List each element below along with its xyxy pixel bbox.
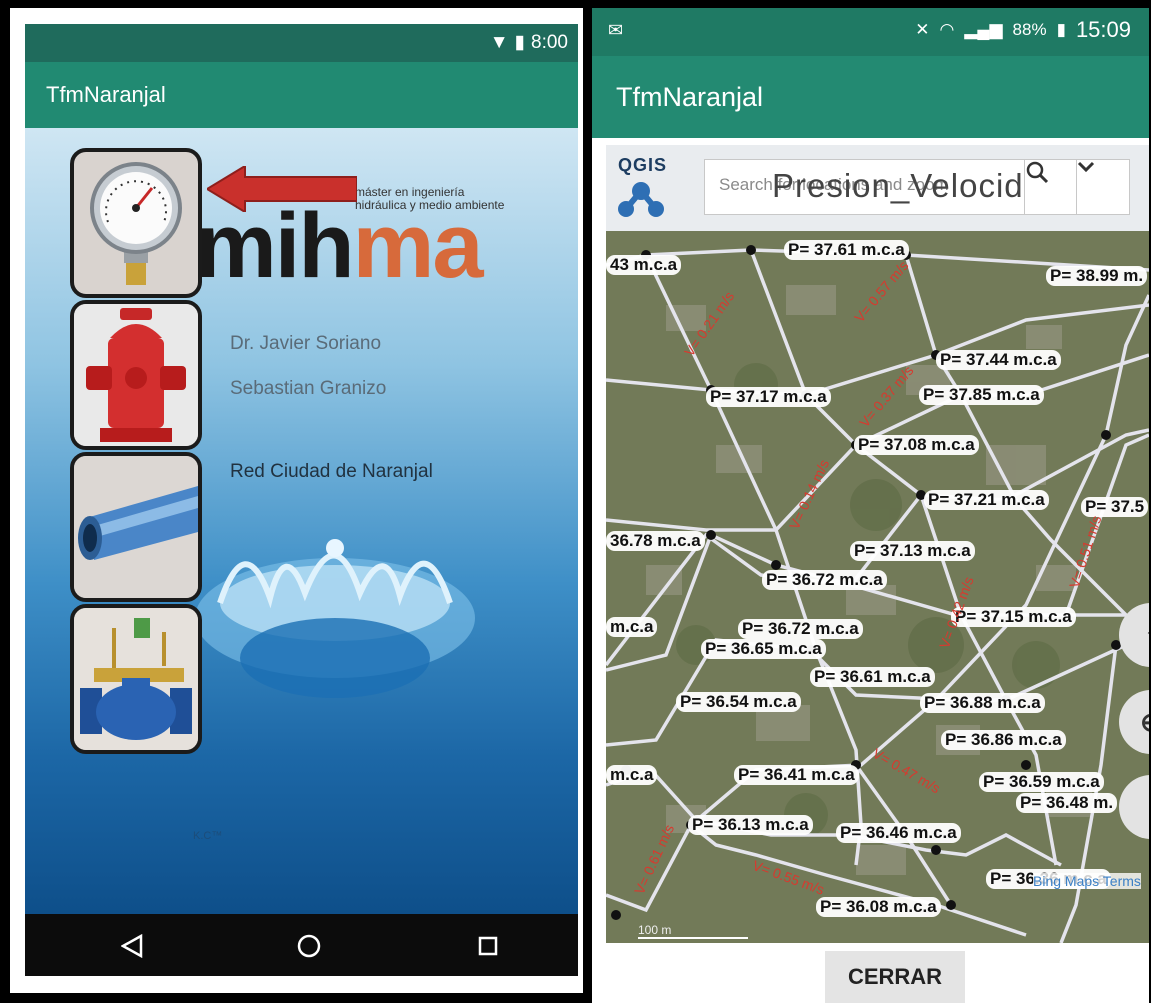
pipe-icon bbox=[74, 456, 198, 598]
pressure-label: P= 37.13 m.c.a bbox=[850, 541, 975, 561]
mihma-logo: mihma bbox=[195, 200, 484, 292]
pressure-gauge-icon bbox=[90, 162, 182, 285]
back-button[interactable] bbox=[116, 930, 148, 962]
navigation-bar bbox=[25, 914, 578, 976]
pointer-arrow-icon bbox=[207, 166, 357, 212]
chevron-down-icon bbox=[1077, 161, 1095, 173]
pressure-label: P= 36.46 m.c.a bbox=[836, 823, 961, 843]
qgis-cloud-icon bbox=[618, 182, 664, 217]
app-bar: TfmNaranjal bbox=[592, 56, 1149, 138]
scale-bar: 100 m bbox=[638, 923, 748, 939]
pressure-label: P= 36.72 m.c.a bbox=[762, 570, 887, 590]
pipe-tile-button[interactable] bbox=[70, 452, 202, 602]
pressure-label: P= 36.13 m.c.a bbox=[688, 815, 813, 835]
pressure-label: P= 36.59 m.c.a bbox=[979, 772, 1104, 792]
pressure-label: P= 37.61 m.c.a bbox=[784, 240, 909, 260]
app-bar: TfmNaranjal bbox=[25, 62, 578, 128]
logo-text-orange: ma bbox=[352, 195, 484, 297]
network-title: Red Ciudad de Naranjal bbox=[230, 461, 433, 482]
pressure-label: P= 37.44 m.c.a bbox=[936, 350, 1061, 370]
battery-percent: 88% bbox=[1012, 20, 1047, 39]
pressure-label: P= 37.17 m.c.a bbox=[706, 387, 831, 407]
signal-icon: ▂▄▆ bbox=[964, 20, 1003, 39]
pressure-label: P= 36.41 m.c.a bbox=[734, 765, 859, 785]
water-splash-image bbox=[195, 539, 475, 698]
back-triangle-icon bbox=[121, 934, 143, 958]
pressure-label: P= 37.08 m.c.a bbox=[854, 435, 979, 455]
watermark-text: K.C™ bbox=[193, 830, 223, 842]
wifi-icon: ▼ bbox=[489, 31, 509, 53]
pressure-label: P= 36.65 m.c.a bbox=[701, 639, 826, 659]
home-circle-icon bbox=[297, 934, 321, 958]
pressure-label: 36.78 m.c.a bbox=[606, 531, 705, 551]
bottom-bar: CERRAR bbox=[592, 943, 1149, 1003]
app-title: TfmNaranjal bbox=[616, 82, 764, 112]
map-view[interactable]: QGIS Search for locations and zoom Presi… bbox=[606, 145, 1149, 943]
search-icon bbox=[1026, 161, 1049, 184]
pressure-label: m.c.a bbox=[606, 617, 658, 637]
battery-icon: ▮ bbox=[514, 32, 526, 53]
mail-icon: ✉ bbox=[608, 20, 624, 40]
pressure-label: P= 36.61 m.c.a bbox=[810, 667, 935, 687]
pressure-label: P= 36.88 m.c.a bbox=[920, 693, 1045, 713]
left-phone-screen: ▼ ▮ 8:00 TfmNaranjal máster en ingenierí… bbox=[10, 8, 583, 993]
status-bar: ▼ ▮ 8:00 bbox=[25, 24, 578, 62]
recents-square-icon bbox=[478, 936, 498, 956]
pressure-label: P= 37.15 m.c.a bbox=[951, 607, 1076, 627]
home-button[interactable] bbox=[293, 930, 325, 962]
pressure-label: m.c.a bbox=[606, 765, 658, 785]
fire-hydrant-icon bbox=[74, 304, 198, 446]
recents-button[interactable] bbox=[472, 930, 504, 962]
credit-author: Dr. Javier Soriano bbox=[230, 333, 382, 354]
status-time: 15:09 bbox=[1075, 17, 1131, 42]
pressure-label: P= 36.72 m.c.a bbox=[738, 619, 863, 639]
credit-student: Sebastian Granizo bbox=[230, 378, 387, 399]
control-valve-icon bbox=[74, 608, 198, 750]
layer-dropdown-button[interactable] bbox=[1076, 159, 1130, 215]
pressure-label: P= 36.86 m.c.a bbox=[941, 730, 1066, 750]
qgis-logo: QGIS bbox=[618, 155, 668, 175]
pressure-label: P= 36.54 m.c.a bbox=[676, 692, 801, 712]
home-content: máster en ingeniería hidráulica y medio … bbox=[25, 128, 578, 914]
locate-icon: ⊕ bbox=[1140, 707, 1149, 738]
pressure-label: P= 37.21 m.c.a bbox=[924, 490, 1049, 510]
status-time: 8:00 bbox=[531, 31, 568, 53]
map-search-bar: QGIS Search for locations and zoom Presi… bbox=[606, 145, 1149, 231]
pressure-label: P= 37.85 m.c.a bbox=[919, 385, 1044, 405]
layer-name: Presion_Velocidad bbox=[772, 167, 1063, 204]
valve-tile-button[interactable] bbox=[70, 604, 202, 754]
pressure-label: 43 m.c.a bbox=[606, 255, 682, 275]
status-bar: ✉ ✕ ◠ ▂▄▆ 88% ▮ 15:09 bbox=[592, 8, 1149, 56]
pressure-label: P= 36.08 m.c.a bbox=[816, 897, 941, 917]
arrow-up-icon: ↑ bbox=[1145, 620, 1150, 651]
battery-icon: ▮ bbox=[1056, 20, 1066, 39]
alert-icon: ! bbox=[1147, 792, 1149, 823]
pressure-tile-button[interactable] bbox=[70, 148, 202, 298]
close-button[interactable]: CERRAR bbox=[825, 951, 965, 1003]
map-attribution-link[interactable]: Bing Maps Terms bbox=[1033, 873, 1141, 889]
pressure-label: P= 36.48 m. bbox=[1016, 793, 1118, 813]
hydrant-tile-button[interactable] bbox=[70, 300, 202, 450]
app-title: TfmNaranjal bbox=[46, 82, 166, 107]
mute-icon: ✕ bbox=[915, 20, 930, 39]
search-button[interactable] bbox=[1024, 159, 1078, 215]
pressure-label: P= 38.99 m. bbox=[1046, 266, 1148, 286]
wifi-icon: ◠ bbox=[939, 20, 955, 39]
right-phone-screen: ✉ ✕ ◠ ▂▄▆ 88% ▮ 15:09 TfmNaranjal QGIS S… bbox=[592, 8, 1149, 1003]
